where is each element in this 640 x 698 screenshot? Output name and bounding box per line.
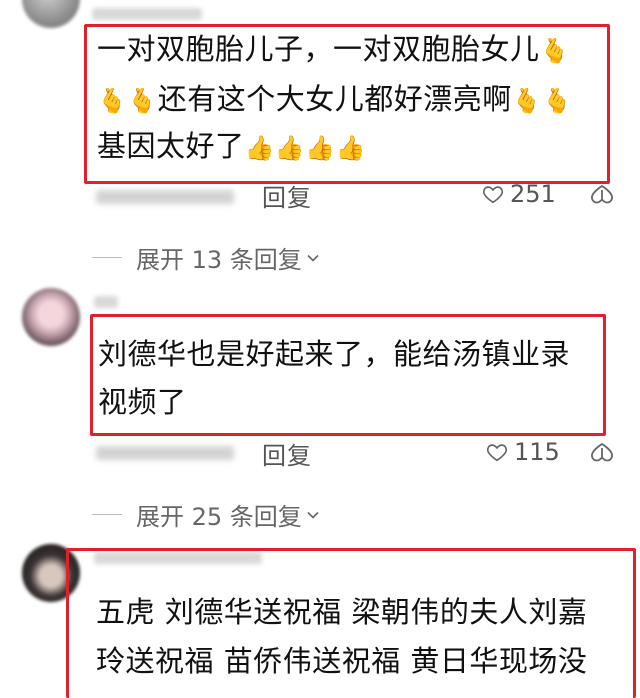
comment-text-line: 五虎 刘德华送祝福 梁朝伟的夫人刘嘉	[96, 595, 588, 629]
thumbs-up-emoji: 👍	[335, 134, 367, 162]
username-blurred	[92, 8, 202, 20]
like-button[interactable]: 251	[482, 180, 556, 208]
avatar[interactable]	[22, 288, 80, 346]
heart-outline-icon	[486, 444, 508, 462]
expand-replies-button[interactable]: 展开 25 条回复	[92, 497, 320, 532]
like-count: 115	[514, 438, 560, 466]
comment-text-line: 刘德华也是好起来了，能给汤镇业录	[98, 337, 571, 371]
comment-text-line: 🫰🫰还有这个大女儿都好漂亮啊🫰🫰	[97, 82, 573, 116]
finger-heart-emoji: 🫰	[511, 87, 543, 115]
chevron-down-icon	[307, 511, 319, 519]
thumbs-up-emoji: 👍	[274, 134, 306, 162]
comment-text-line: 一对双胞胎儿子，一对双胞胎女儿🫰	[97, 32, 570, 66]
finger-heart-emoji: 🫰	[97, 87, 128, 115]
expand-replies-label: 展开 13 条回复	[136, 246, 302, 274]
finger-heart-emoji: 🫰	[539, 37, 570, 65]
finger-heart-emoji: 🫰	[127, 87, 158, 115]
avatar[interactable]	[22, 0, 80, 28]
comment-text-line: 玲送祝福 苗侨伟送祝福 黄日华现场没	[96, 644, 588, 678]
thumbs-up-emoji: 👍	[244, 134, 275, 162]
username-blurred	[94, 296, 118, 308]
expand-replies-label: 展开 25 条回复	[136, 503, 302, 531]
divider	[92, 257, 122, 258]
comment-text-line: 基因太好了👍👍👍👍	[97, 129, 367, 163]
divider	[92, 514, 122, 515]
like-count: 251	[510, 180, 556, 208]
reply-button[interactable]: 回复	[262, 178, 312, 213]
chevron-down-icon	[307, 254, 319, 262]
expand-replies-button[interactable]: 展开 13 条回复	[92, 240, 320, 275]
timestamp-location-blurred	[96, 190, 234, 204]
heart-outline-icon	[482, 186, 504, 204]
like-button[interactable]: 115	[486, 438, 560, 466]
comment-text-line: 视频了	[98, 385, 187, 419]
thumbs-up-emoji: 👍	[305, 134, 336, 162]
finger-heart-emoji: 🫰	[542, 87, 573, 115]
dislike-icon[interactable]	[590, 183, 614, 207]
timestamp-location-blurred	[96, 446, 234, 460]
dislike-icon[interactable]	[590, 441, 614, 465]
reply-button[interactable]: 回复	[262, 436, 312, 471]
